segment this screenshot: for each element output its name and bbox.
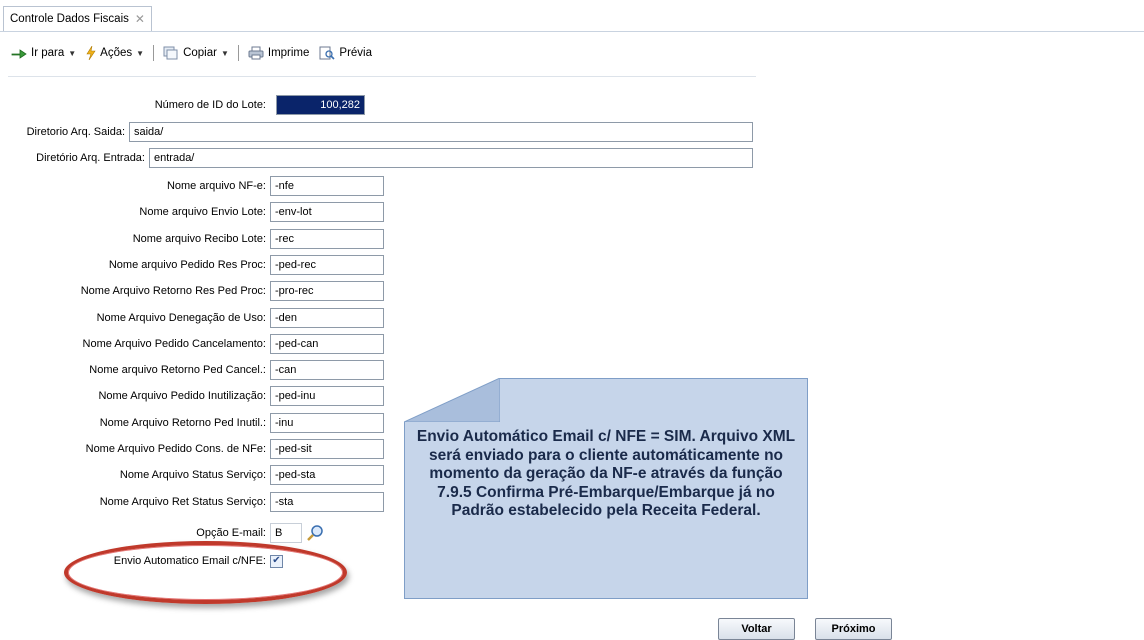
file-field-label: Nome Arquivo Status Serviço: (119, 469, 266, 481)
email-option-label: Opção E-mail: (196, 527, 266, 539)
close-icon[interactable]: ✕ (135, 12, 145, 26)
file-field-input[interactable]: -pro-rec (270, 281, 384, 301)
file-field-input[interactable]: -ped-rec (270, 255, 384, 275)
file-field-input[interactable]: -nfe (270, 176, 384, 196)
tab-title: Controle Dados Fiscais (10, 13, 129, 25)
toolbar-divider (8, 76, 756, 77)
actions-menu[interactable]: Ações ▼ (83, 46, 147, 60)
entrada-row: Diretório Arq. Entrada: entrada/ (0, 148, 753, 168)
saida-label: Diretorio Arq. Saida: (26, 126, 125, 138)
note-fold-corner (404, 378, 500, 422)
print-label: Imprime (267, 47, 310, 59)
lote-id-input[interactable]: 100,282 (276, 95, 365, 115)
file-field-label: Nome arquivo NF-e: (166, 180, 266, 192)
file-field-row: Nome arquivo Recibo Lote: -rec (0, 229, 384, 249)
file-field-label: Nome arquivo Pedido Res Proc: (108, 259, 266, 271)
file-field-label: Nome Arquivo Ret Status Serviço: (99, 496, 266, 508)
auto-email-row: Envio Automatico Email c/NFE: ✔ (0, 551, 283, 571)
goto-label: Ir para (31, 47, 65, 59)
saida-row: Diretorio Arq. Saida: saida/ (0, 122, 753, 142)
file-field-input[interactable]: -sta (270, 492, 384, 512)
file-field-row: Nome Arquivo Pedido Cancelamento: -ped-ca… (0, 334, 384, 354)
file-field-input[interactable]: -ped-inu (270, 386, 384, 406)
file-field-row: Nome Arquivo Pedido Inutilização: -ped-in… (0, 386, 384, 406)
file-field-row: Nome Arquivo Status Serviço: -ped-sta (0, 465, 384, 485)
copy-label: Copiar (183, 47, 217, 59)
file-field-row: Nome Arquivo Ret Status Serviço: -sta (0, 492, 384, 512)
lote-label: Número de ID do Lote: (154, 99, 266, 111)
file-field-row: Nome Arquivo Retorno Ped Inutil.: -inu (0, 413, 384, 433)
file-field-label: Nome arquivo Retorno Ped Cancel.: (89, 364, 266, 376)
auto-email-checkbox[interactable]: ✔ (270, 554, 283, 568)
goto-menu[interactable]: Ir para ▼ (8, 47, 79, 59)
file-field-row: Nome Arquivo Denegação de Uso: -den (0, 308, 384, 328)
tab-controle-dados-fiscais[interactable]: Controle Dados Fiscais ✕ (3, 6, 152, 31)
copy-icon (163, 46, 178, 60)
saida-dir-input[interactable]: saida/ (129, 122, 753, 142)
chevron-down-icon: ▼ (136, 48, 145, 58)
file-field-input[interactable]: -inu (270, 413, 384, 433)
file-field-input[interactable]: -ped-sta (270, 465, 384, 485)
lightning-icon (86, 46, 96, 60)
print-button[interactable]: Imprime (245, 46, 313, 60)
file-field-label: Nome Arquivo Pedido Cons. de NFe: (85, 443, 266, 455)
actions-label: Ações (100, 47, 133, 59)
preview-label: Prévia (339, 47, 373, 59)
file-field-input[interactable]: -ped-sit (270, 439, 384, 459)
file-field-input[interactable]: -den (270, 308, 384, 328)
file-field-row: Nome arquivo Pedido Res Proc: -ped-rec (0, 255, 384, 275)
chevron-down-icon: ▼ (220, 48, 229, 58)
entrada-dir-input[interactable]: entrada/ (149, 148, 753, 168)
file-field-label: Nome Arquivo Denegação de Uso: (96, 312, 266, 324)
file-field-label: Nome Arquivo Pedido Cancelamento: (82, 338, 266, 350)
callout-text: Envio Automático Email c/ NFE = SIM. Arq… (416, 428, 796, 519)
toolbar: Ir para ▼ Ações ▼ Copiar ▼ Imprime Prévi… (0, 40, 375, 66)
file-field-input[interactable]: -rec (270, 229, 384, 249)
preview-icon (319, 46, 335, 60)
file-field-label: Nome Arquivo Retorno Ped Inutil.: (99, 417, 266, 429)
next-button[interactable]: Próximo (815, 618, 892, 640)
file-field-input[interactable]: -can (270, 360, 384, 380)
file-field-row: Nome arquivo Envio Lote: -env-lot (0, 202, 384, 222)
entrada-label: Diretório Arq. Entrada: (36, 152, 145, 164)
file-field-input[interactable]: -env-lot (270, 202, 384, 222)
copy-menu[interactable]: Copiar ▼ (160, 46, 232, 60)
back-button[interactable]: Voltar (718, 618, 795, 640)
file-field-input[interactable]: -ped-can (270, 334, 384, 354)
printer-icon (248, 46, 264, 60)
lote-row: Número de ID do Lote: 100,282 (0, 95, 365, 115)
arrow-right-icon (11, 49, 27, 59)
file-field-label: Nome arquivo Envio Lote: (139, 206, 266, 218)
file-field-row: Nome arquivo Retorno Ped Cancel.: -can (0, 360, 384, 380)
email-option-row: Opção E-mail: B (0, 523, 327, 543)
file-field-row: Nome Arquivo Retorno Res Ped Proc: -pro-r… (0, 281, 384, 301)
file-field-row: Nome Arquivo Pedido Cons. de NFe: -ped-si… (0, 439, 384, 459)
file-field-row: Nome arquivo NF-e: -nfe (0, 176, 384, 196)
search-icon[interactable] (305, 523, 327, 543)
email-option-input[interactable]: B (270, 523, 302, 543)
file-field-label: Nome Arquivo Retorno Res Ped Proc: (80, 285, 266, 297)
file-field-label: Nome arquivo Recibo Lote: (132, 233, 266, 245)
chevron-down-icon: ▼ (68, 48, 77, 58)
toolbar-separator (153, 45, 155, 61)
auto-email-label: Envio Automatico Email c/NFE: (113, 555, 266, 567)
file-field-label: Nome Arquivo Pedido Inutilização: (98, 390, 266, 402)
tab-strip: Controle Dados Fiscais ✕ (0, 0, 1144, 32)
preview-button[interactable]: Prévia (316, 46, 375, 60)
toolbar-separator (237, 45, 239, 61)
